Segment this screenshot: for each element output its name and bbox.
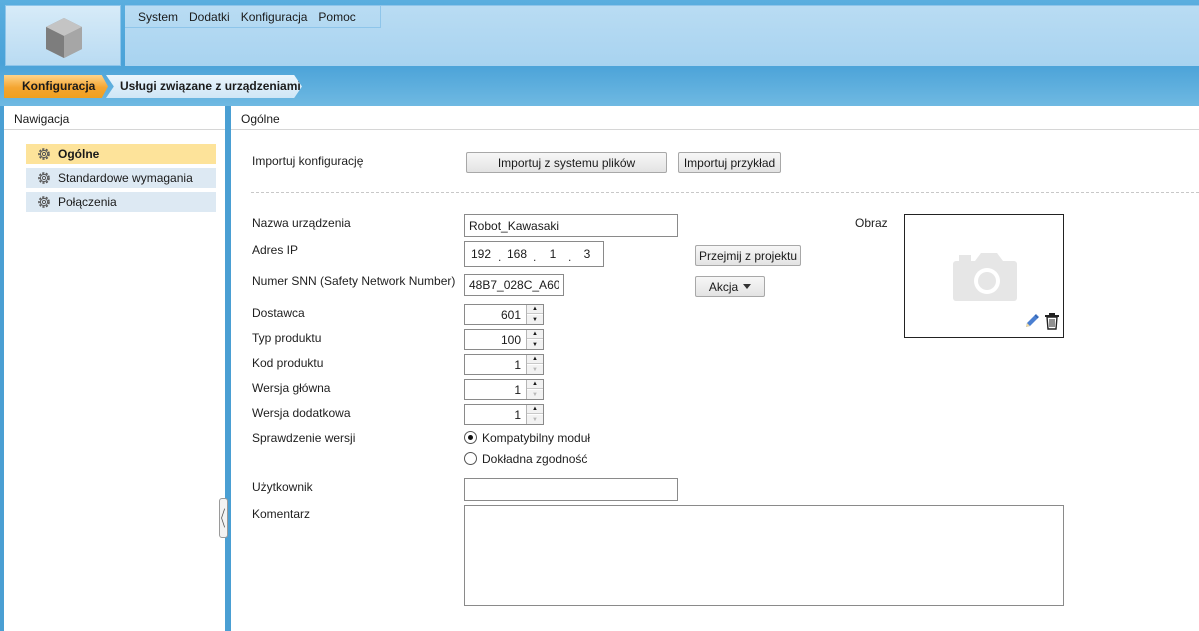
radio-compatible-module[interactable] (464, 431, 477, 444)
product-code-value: 1 (514, 358, 521, 372)
import-example-button[interactable]: Importuj przykład (678, 152, 781, 173)
breadcrumb-device-services[interactable]: Usługi związane z urządzeniami (106, 75, 302, 98)
trash-icon[interactable] (1044, 312, 1060, 330)
image-label: Obraz (855, 216, 888, 230)
stepper-up-icon[interactable]: ▲ (527, 405, 543, 414)
divider (251, 192, 1199, 193)
menubar: System Dodatki Konfiguracja Pomoc (125, 6, 381, 28)
comment-textarea[interactable] (464, 505, 1064, 606)
major-version-value: 1 (514, 383, 521, 397)
app-logo (5, 5, 121, 66)
gear-icon (38, 196, 50, 208)
chevron-left-icon (221, 508, 226, 528)
main-panel: Ogólne Importuj konfigurację Importuj z … (231, 106, 1199, 631)
stepper-down-icon[interactable]: ▼ (527, 315, 543, 324)
minor-version-label: Wersja dodatkowa (252, 406, 351, 420)
top-band: System Dodatki Konfiguracja Pomoc Konfig… (0, 0, 1199, 106)
stepper-up-icon[interactable]: ▲ (527, 380, 543, 389)
stepper-down-icon[interactable]: ▼ (527, 340, 543, 349)
action-button-label: Akcja (708, 279, 739, 294)
nav-item-label: Standardowe wymagania (58, 171, 193, 185)
device-name-label: Nazwa urządzenia (252, 216, 351, 230)
device-name-field[interactable] (464, 214, 678, 237)
stepper-buttons: ▲ ▼ (526, 305, 543, 324)
caret-down-icon (743, 284, 752, 289)
menu-dodatki[interactable]: Dodatki (186, 10, 238, 24)
vendor-stepper[interactable]: 601 ▲ ▼ (464, 304, 544, 325)
ip-dot: . (498, 250, 502, 264)
image-box[interactable] (904, 214, 1064, 338)
stepper-up-icon[interactable]: ▲ (527, 355, 543, 364)
camera-icon (953, 253, 1017, 301)
product-type-value: 100 (500, 333, 521, 347)
vendor-label: Dostawca (252, 306, 305, 320)
product-type-label: Typ produktu (252, 331, 322, 345)
navigation-header: Nawigacja (4, 106, 225, 130)
menubar-area: System Dodatki Konfiguracja Pomoc (125, 5, 1199, 66)
nav-item-label: Połączenia (58, 195, 117, 209)
stepper-down-icon[interactable]: ▼ (527, 390, 543, 399)
ip-octet-2[interactable]: 168 (506, 247, 528, 261)
product-type-stepper[interactable]: 100 ▲ ▼ (464, 329, 544, 350)
pencil-icon[interactable] (1023, 312, 1041, 330)
radio-exact-match[interactable] (464, 452, 477, 465)
user-field[interactable] (464, 478, 678, 501)
comment-label: Komentarz (252, 507, 311, 521)
stepper-down-icon[interactable]: ▼ (527, 415, 543, 424)
product-code-label: Kod produktu (252, 356, 324, 370)
cube-icon (46, 18, 82, 58)
stepper-down-icon[interactable]: ▼ (527, 365, 543, 374)
snn-field[interactable] (464, 274, 564, 296)
nav-item-label: Ogólne (58, 147, 100, 161)
stepper-up-icon[interactable]: ▲ (527, 330, 543, 339)
main-header: Ogólne (231, 106, 1199, 130)
stepper-buttons: ▲ ▼ (526, 380, 543, 399)
breadcrumb-konfiguracja[interactable]: Konfiguracja (4, 75, 108, 98)
vendor-value: 601 (500, 308, 521, 322)
nav-item-polaczenia[interactable]: Połączenia (26, 192, 216, 212)
product-code-stepper[interactable]: 1 ▲ ▼ (464, 354, 544, 375)
menu-system[interactable]: System (133, 10, 186, 24)
major-version-label: Wersja główna (252, 381, 331, 395)
nav-item-ogolne[interactable]: Ogólne (26, 144, 216, 164)
user-label: Użytkownik (252, 480, 313, 494)
ip-address-label: Adres IP (252, 243, 299, 257)
major-version-stepper[interactable]: 1 ▲ ▼ (464, 379, 544, 400)
radio-compatible-module-label[interactable]: Kompatybilny moduł (482, 431, 590, 445)
import-from-file-button[interactable]: Importuj z systemu plików (466, 152, 667, 173)
collapse-handle[interactable] (219, 498, 228, 538)
nav-item-standardowe-wymagania[interactable]: Standardowe wymagania (26, 168, 216, 188)
stepper-buttons: ▲ ▼ (526, 330, 543, 349)
minor-version-value: 1 (514, 408, 521, 422)
ip-dot: . (533, 250, 537, 264)
ip-address-field[interactable]: 192 . 168 . 1 . 3 (464, 241, 604, 267)
ip-octet-4[interactable]: 3 (576, 247, 598, 261)
snn-label: Numer SNN (Safety Network Number) (252, 274, 456, 288)
radio-exact-match-label[interactable]: Dokładna zgodność (482, 452, 587, 466)
stepper-buttons: ▲ ▼ (526, 405, 543, 424)
ip-octet-1[interactable]: 192 (470, 247, 492, 261)
minor-version-stepper[interactable]: 1 ▲ ▼ (464, 404, 544, 425)
take-from-project-button[interactable]: Przejmij z projektu (695, 245, 801, 266)
action-dropdown-button[interactable]: Akcja (695, 276, 765, 297)
gear-icon (38, 148, 50, 160)
gear-icon (38, 172, 50, 184)
import-config-label: Importuj konfigurację (252, 154, 364, 168)
menu-konfiguracja[interactable]: Konfiguracja (238, 10, 316, 24)
ip-octet-3[interactable]: 1 (542, 247, 564, 261)
ip-dot: . (568, 250, 572, 264)
version-check-label: Sprawdzenie wersji (252, 431, 356, 445)
navigation-panel: Nawigacja Ogólne Standardowe wymagania P… (4, 106, 225, 631)
menu-pomoc[interactable]: Pomoc (315, 10, 363, 24)
stepper-up-icon[interactable]: ▲ (527, 305, 543, 314)
stepper-buttons: ▲ ▼ (526, 355, 543, 374)
